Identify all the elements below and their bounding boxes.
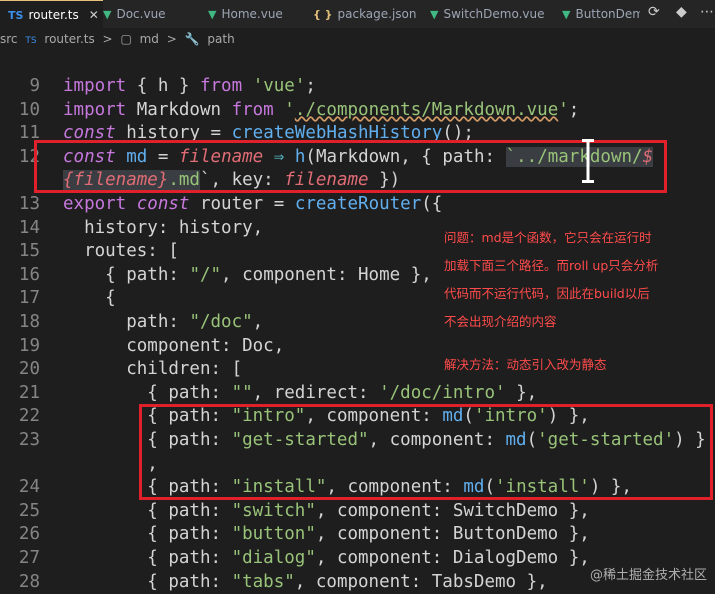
line-number: 21: [18, 382, 40, 403]
tab-label: Doc.vue: [116, 7, 166, 21]
tab-doc-vue[interactable]: ▼ Doc.vue: [103, 0, 203, 28]
cube-icon: ▢: [120, 32, 132, 46]
tab-router-ts[interactable]: TS router.ts ✕: [0, 0, 103, 29]
tab-label: SwitchDemo.vue: [443, 7, 545, 21]
git-icon[interactable]: ◆: [676, 4, 687, 20]
text-cursor-icon: [582, 139, 594, 183]
breadcrumb: src TS router.ts > ▢ md > 🔧 path: [0, 28, 715, 50]
line-number: 9: [29, 76, 40, 96]
watermark: @稀土掘金技术社区: [589, 568, 707, 583]
annotation-line: 不会出现介绍的内容: [444, 314, 557, 329]
line-number: 14: [18, 217, 40, 238]
vue-icon: ▼: [562, 8, 571, 21]
breadcrumb-symbol-path[interactable]: path: [207, 32, 234, 46]
tab-label: router.ts: [28, 8, 79, 22]
annotation-solution: 解决方法：动态引入改为静态: [444, 357, 607, 372]
annotation-line: 代码而不运行代码，因此在build以后: [444, 286, 650, 301]
line-number: 24: [18, 477, 40, 498]
line-number: 18: [18, 312, 40, 332]
typescript-icon: TS: [8, 9, 24, 22]
breadcrumb-file[interactable]: router.ts: [44, 32, 94, 46]
highlight-box-md-definition: [34, 140, 667, 193]
tab-bar: TS router.ts ✕ ▼ Doc.vue ▼ Home.vue { } packa…: [0, 0, 715, 29]
annotation-line: 问题：md是个函数，它只会在运行时: [444, 230, 652, 245]
more-icon[interactable]: ⋯: [700, 4, 714, 20]
line-number: 22: [18, 406, 40, 427]
json-icon: { }: [313, 8, 333, 21]
tab-switchdemo-vue[interactable]: ▼ SwitchDemo.vue: [430, 0, 555, 28]
wrench-icon: 🔧: [184, 32, 200, 46]
line-number: 25: [18, 500, 40, 521]
vue-icon: ▼: [208, 8, 217, 21]
close-icon[interactable]: ✕: [89, 8, 99, 22]
tab-label: package.json: [337, 7, 417, 21]
line-number: 28: [18, 571, 40, 592]
annotation-line: 加载下面三个路径。而roll up只会分析: [444, 258, 659, 273]
vue-icon: ▼: [103, 8, 112, 21]
chevron-right-icon: >: [166, 32, 177, 46]
tab-label: Home.vue: [221, 7, 283, 21]
annotation-problem: 问题：md是个函数，它只会在运行时 加载下面三个路径。而roll up只会分析 …: [444, 224, 658, 336]
tab-package-json[interactable]: { } package.json: [313, 0, 423, 28]
tab-buttondemo-vue[interactable]: ▼ ButtonDem: [562, 0, 640, 28]
line-number: 19: [18, 335, 40, 356]
vue-icon: ▼: [430, 8, 439, 21]
chevron-right-icon: >: [102, 32, 113, 46]
highlight-box-md-usages: [139, 404, 713, 500]
line-number: 10: [18, 99, 40, 120]
line-number: 17: [18, 288, 40, 309]
compare-changes-icon[interactable]: ⟳: [648, 4, 660, 20]
line-number: 15: [18, 241, 40, 262]
line-number: 23: [18, 430, 40, 450]
typescript-icon: TS: [25, 36, 37, 46]
line-number: 27: [18, 548, 40, 568]
line-number: 13: [18, 194, 40, 214]
breadcrumb-symbol-md[interactable]: md: [140, 32, 159, 46]
line-number: 20: [18, 359, 40, 380]
tab-label: ButtonDem: [575, 7, 640, 21]
line-number: 16: [18, 264, 40, 285]
tab-home-vue[interactable]: ▼ Home.vue: [208, 0, 308, 28]
line-number: 26: [18, 524, 40, 545]
breadcrumb-src[interactable]: src: [0, 32, 18, 46]
